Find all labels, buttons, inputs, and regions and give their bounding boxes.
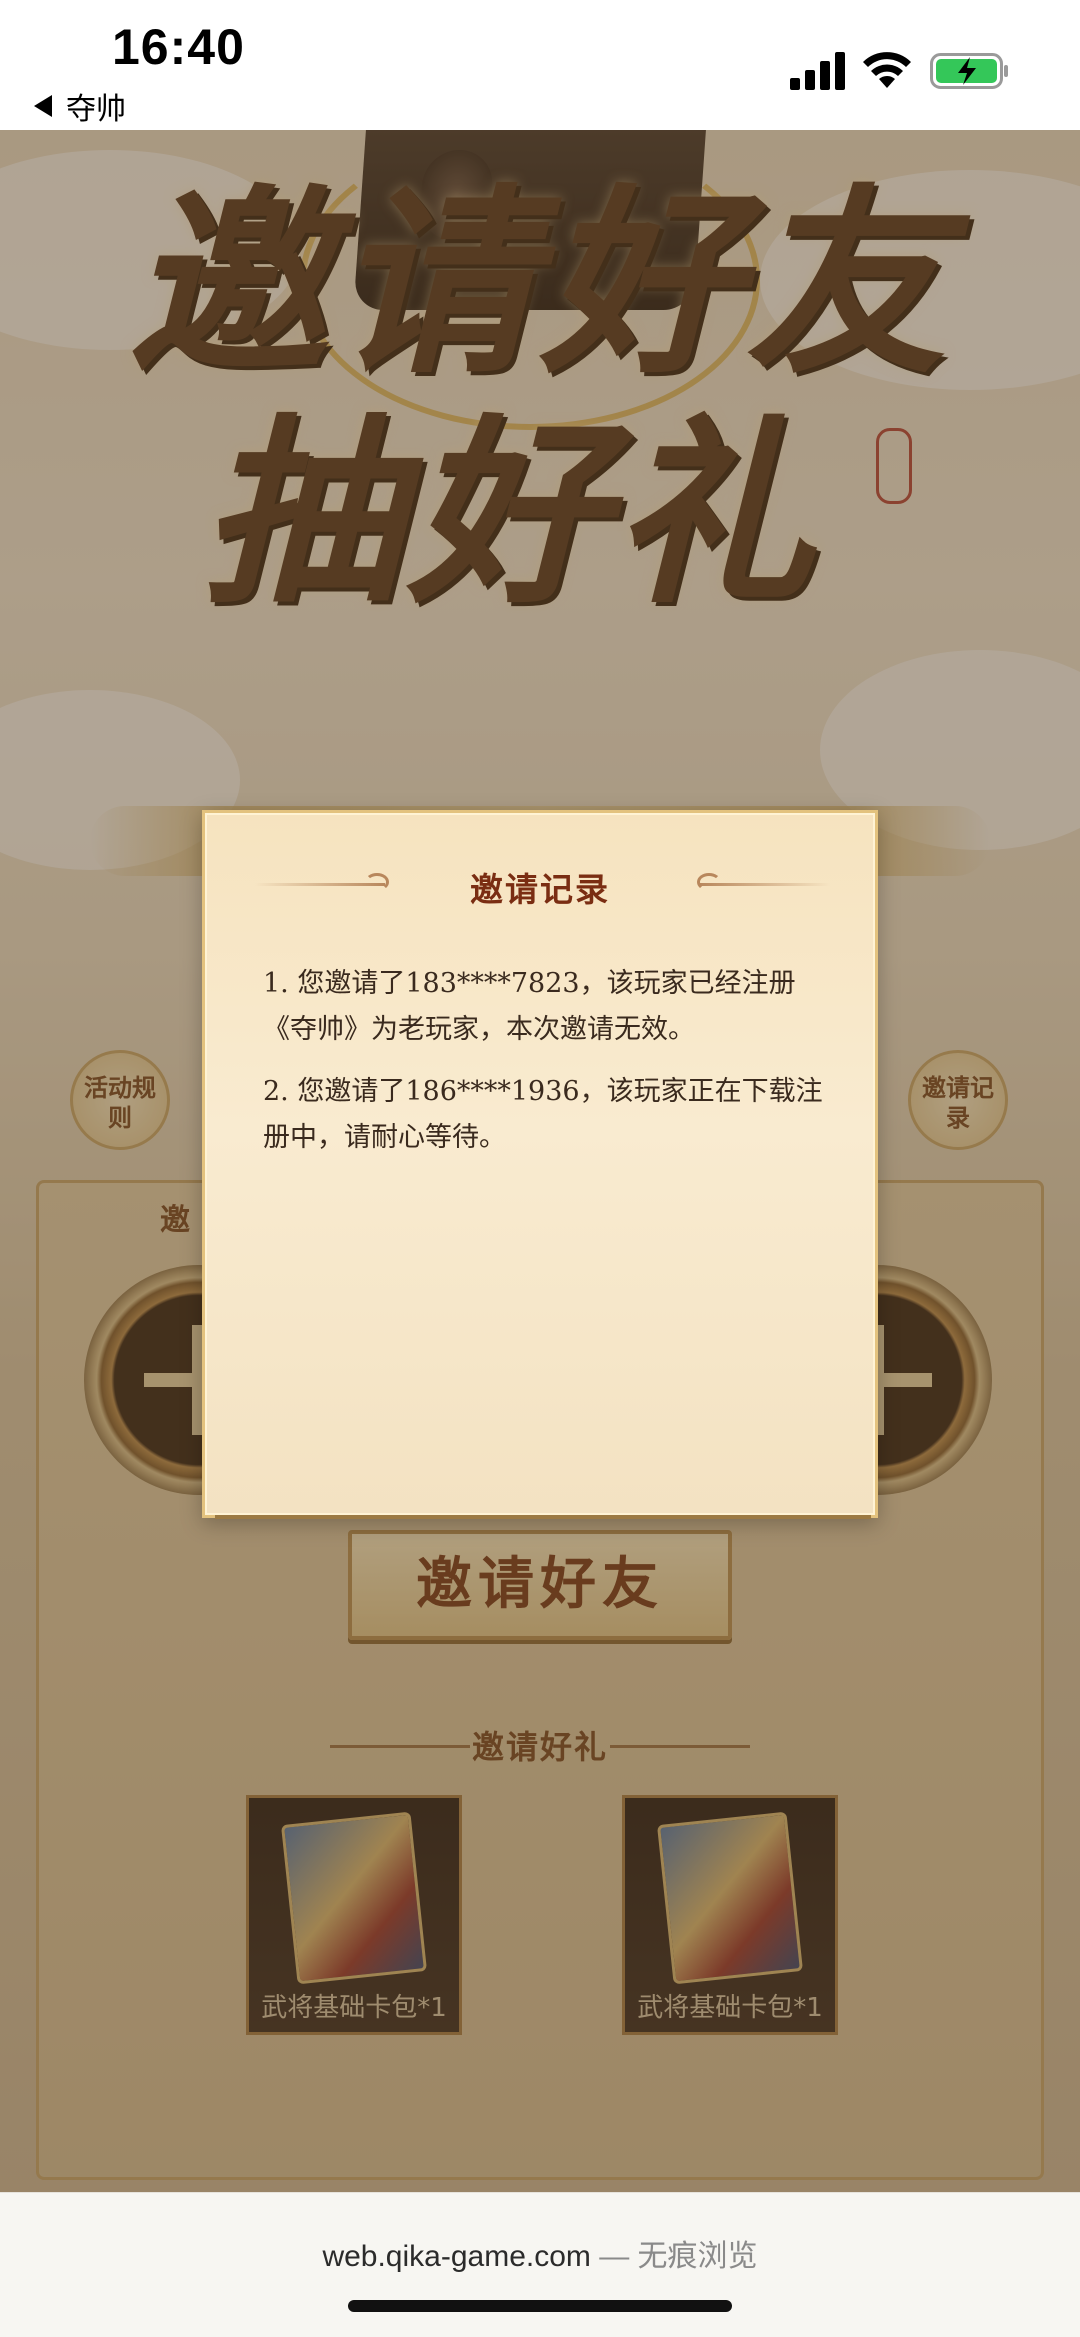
back-to-app-button[interactable]: 夺帅 [34,84,126,128]
back-app-label: 夺帅 [66,92,126,127]
private-mode-label: — 无痕浏览 [590,2240,758,2273]
record-item: 2. 您邀请了186****1936，该玩家正在下载注册中，请耐心等待。 [263,1076,823,1153]
title-curl-right [697,873,721,891]
address-bar[interactable]: web.qika-game.com — 无痕浏览 [0,2231,1080,2275]
wifi-icon [863,52,911,88]
signal-icon [790,52,845,90]
status-time: 16:40 [112,19,245,75]
title-ornament-right [700,883,830,886]
back-triangle-icon [34,95,52,117]
browser-bottom-bar: web.qika-game.com — 无痕浏览 [0,2192,1080,2337]
invite-records-modal: 邀请记录 1. 您邀请了183****7823，该玩家已经注册《夺帅》为老玩家，… [202,810,878,1519]
record-list: 1. 您邀请了183****7823，该玩家已经注册《夺帅》为老玩家，本次邀请无… [263,961,833,1177]
modal-bottom-border [215,1515,871,1519]
record-item: 1. 您邀请了183****7823，该玩家已经注册《夺帅》为老玩家，本次邀请无… [263,968,796,1045]
url-domain: web.qika-game.com [322,2240,591,2273]
status-bar: 16:40 夺帅 [0,0,1080,130]
battery-charging-icon [930,53,1008,89]
home-indicator[interactable] [348,2300,732,2312]
modal-title: 邀请记录 [470,870,610,909]
